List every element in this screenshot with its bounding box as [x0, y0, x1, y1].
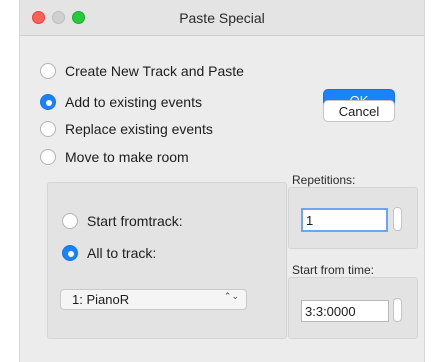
radio-label: All to track: — [87, 245, 157, 261]
radio-replace-existing[interactable]: Replace existing events — [40, 121, 213, 137]
radio-add-to-existing[interactable]: Add to existing events — [40, 94, 202, 110]
radio-label: Add to existing events — [65, 94, 202, 110]
track-select[interactable]: 1: PianoR ⌃⌄ — [60, 289, 247, 310]
radio-move-to-make-room[interactable]: Move to make room — [40, 149, 189, 165]
repetitions-input[interactable]: 1 — [301, 208, 388, 232]
repetitions-stepper[interactable] — [393, 207, 402, 231]
radio-label: Create New Track and Paste — [65, 63, 244, 79]
chevron-up-down-icon: ⌃⌄ — [223, 291, 239, 301]
radio-start-from-track[interactable]: Start fromtrack: — [62, 213, 183, 229]
radio-create-new-track[interactable]: Create New Track and Paste — [40, 63, 244, 79]
radio-button[interactable] — [40, 63, 56, 79]
start-time-input[interactable]: 3:3:0000 — [301, 300, 389, 322]
track-select-value: 1: PianoR — [72, 292, 130, 307]
radio-button[interactable] — [40, 94, 56, 110]
radio-button[interactable] — [40, 121, 56, 137]
radio-label: Replace existing events — [65, 121, 213, 137]
radio-label: Start fromtrack: — [87, 213, 183, 229]
radio-button[interactable] — [62, 245, 78, 261]
window-title: Paste Special — [179, 10, 265, 26]
radio-label: Move to make room — [65, 149, 189, 165]
start-time-label: Start from time: — [292, 263, 375, 277]
cancel-button[interactable]: Cancel — [323, 100, 395, 122]
title-bar: Paste Special — [20, 0, 424, 36]
repetitions-label: Repetitions: — [292, 173, 356, 187]
paste-special-dialog: Paste Special Create New Track and Paste… — [19, 0, 425, 362]
start-time-stepper[interactable] — [393, 298, 402, 322]
radio-all-to-track[interactable]: All to track: — [62, 245, 156, 261]
radio-button[interactable] — [40, 149, 56, 165]
radio-button[interactable] — [62, 213, 78, 229]
